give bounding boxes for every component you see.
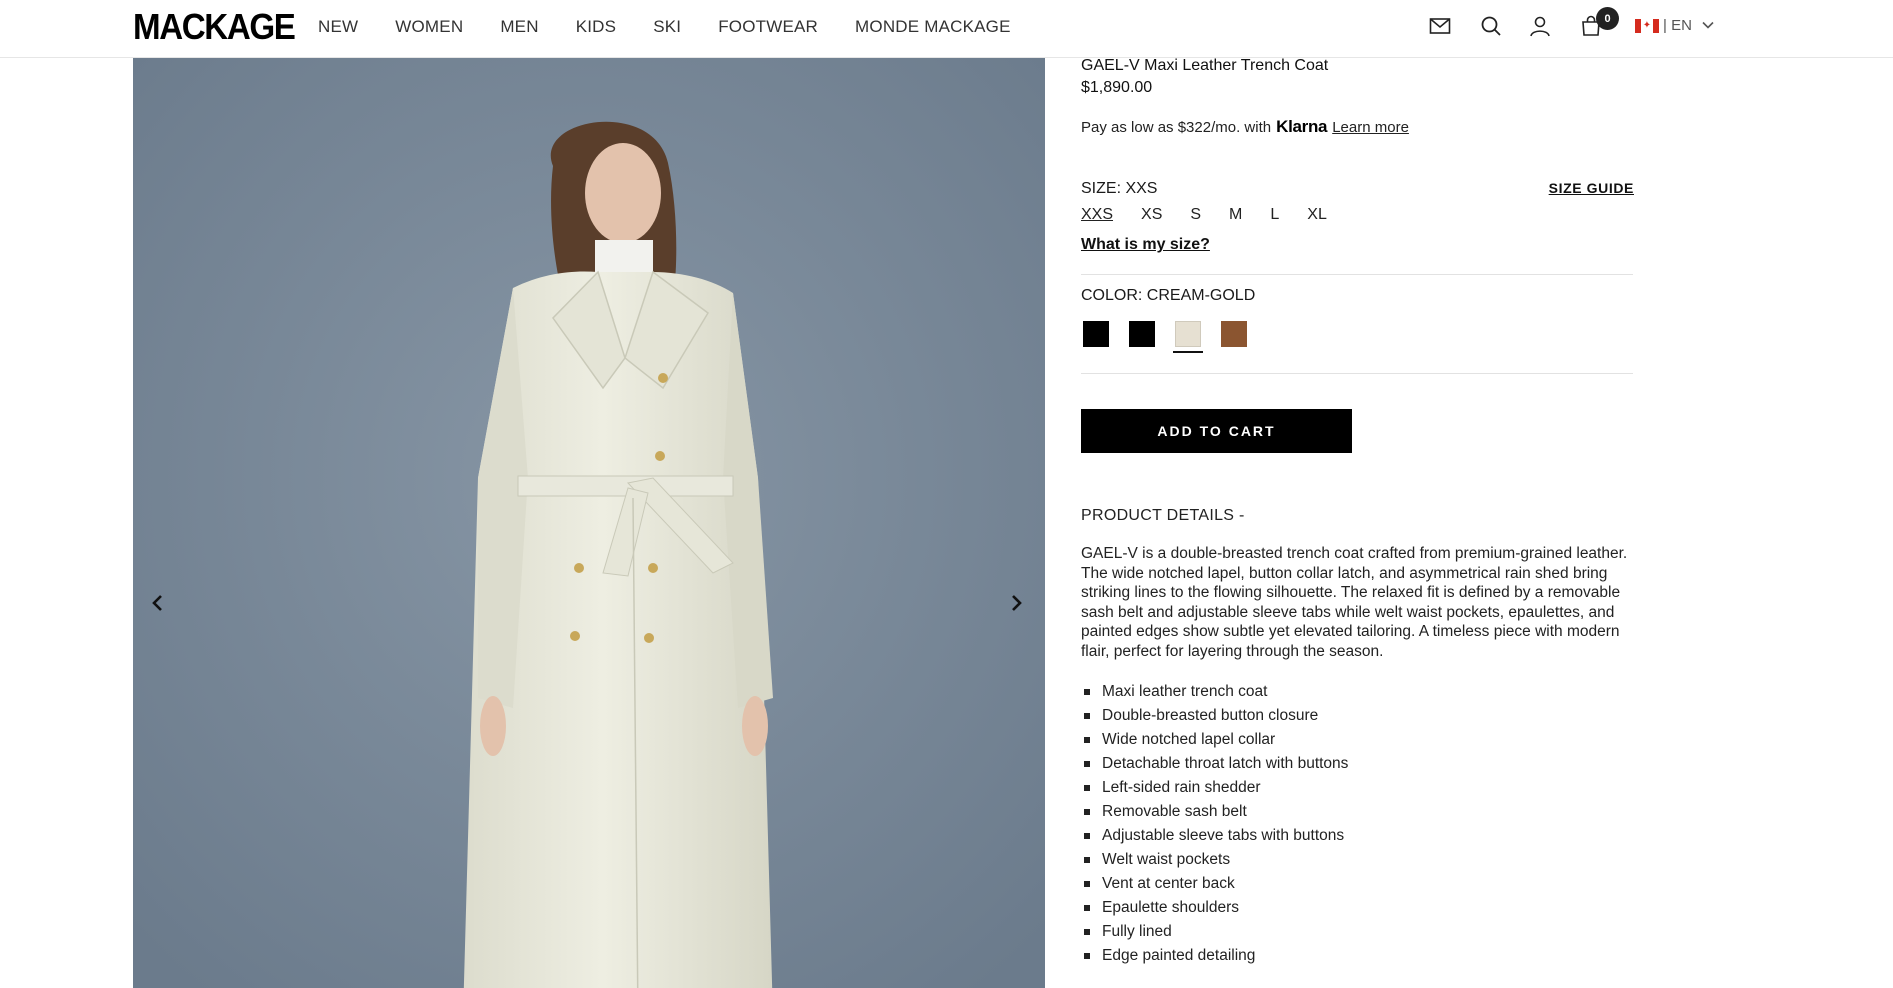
divider bbox=[1081, 274, 1633, 275]
klarna-learn-more-link[interactable]: Learn more bbox=[1332, 119, 1409, 136]
what-is-my-size-link[interactable]: What is my size? bbox=[1081, 236, 1634, 254]
chevron-right-icon bbox=[1012, 595, 1022, 611]
nav-men[interactable]: MEN bbox=[500, 17, 538, 37]
size-option-xl[interactable]: XL bbox=[1307, 206, 1327, 224]
size-options: XXS XS S M L XL bbox=[1081, 206, 1634, 224]
color-swatch-cream-gold[interactable] bbox=[1173, 319, 1203, 353]
product-price: $1,890.00 bbox=[1081, 79, 1153, 96]
nav-women[interactable]: WOMEN bbox=[395, 17, 463, 37]
product-description: GAEL-V is a double-breasted trench coat … bbox=[1081, 545, 1628, 660]
main-nav: NEW WOMEN MEN KIDS SKI FOOTWEAR MONDE MA… bbox=[318, 17, 1048, 37]
gallery-next-button[interactable] bbox=[1001, 588, 1031, 618]
size-option-xxs[interactable]: XXS bbox=[1081, 206, 1113, 224]
nav-kids[interactable]: KIDS bbox=[576, 17, 616, 37]
list-item: Adjustable sleeve tabs with buttons bbox=[1081, 824, 1634, 848]
list-item: Edge painted detailing bbox=[1081, 944, 1634, 968]
list-item: Wide notched lapel collar bbox=[1081, 728, 1634, 752]
product-title: GAEL-V Maxi Leather Trench Coat bbox=[1081, 57, 1329, 74]
product-image-gallery[interactable] bbox=[133, 58, 1045, 988]
color-swatch-black-1[interactable] bbox=[1081, 319, 1111, 353]
size-label: SIZE: XXS bbox=[1081, 180, 1158, 197]
klarna-logo: Klarna bbox=[1276, 117, 1328, 136]
nav-ski[interactable]: SKI bbox=[653, 17, 681, 37]
account-icon[interactable] bbox=[1527, 13, 1553, 39]
canada-flag-icon: ✦ bbox=[1635, 18, 1659, 33]
chevron-down-icon bbox=[1702, 20, 1714, 32]
gallery-prev-button[interactable] bbox=[143, 588, 173, 618]
color-swatch-brown[interactable] bbox=[1219, 319, 1249, 353]
size-option-s[interactable]: S bbox=[1190, 206, 1201, 224]
list-item: Welt waist pockets bbox=[1081, 848, 1634, 872]
nav-monde-mackage[interactable]: MONDE MACKAGE bbox=[855, 17, 1011, 37]
search-icon[interactable] bbox=[1478, 13, 1504, 39]
color-swatches bbox=[1081, 319, 1634, 353]
locale-selector[interactable]: ✦ | EN bbox=[1635, 17, 1714, 34]
divider bbox=[1081, 373, 1633, 374]
list-item: Maxi leather trench coat bbox=[1081, 680, 1634, 704]
list-item: Vent at center back bbox=[1081, 872, 1634, 896]
brand-logo[interactable]: MACKAGE bbox=[133, 6, 296, 48]
size-guide-link[interactable]: SIZE GUIDE bbox=[1549, 180, 1634, 198]
product-details-toggle[interactable]: PRODUCT DETAILS - bbox=[1081, 507, 1634, 525]
color-swatch-black-2[interactable] bbox=[1127, 319, 1157, 353]
list-item: Detachable throat latch with buttons bbox=[1081, 752, 1634, 776]
color-label: COLOR: CREAM-GOLD bbox=[1081, 287, 1256, 304]
size-option-l[interactable]: L bbox=[1270, 206, 1279, 224]
add-to-cart-button[interactable]: ADD TO CART bbox=[1081, 409, 1352, 453]
klarna-text: Pay as low as $322/mo. with bbox=[1081, 119, 1272, 136]
locale-label: | EN bbox=[1663, 17, 1692, 34]
klarna-financing: Pay as low as $322/mo. with Klarna Learn… bbox=[1081, 117, 1634, 137]
size-option-m[interactable]: M bbox=[1229, 206, 1242, 224]
product-photo bbox=[133, 58, 1045, 988]
site-header: MACKAGE NEW WOMEN MEN KIDS SKI FOOTWEAR … bbox=[0, 0, 1893, 58]
product-features-list: Maxi leather trench coat Double-breasted… bbox=[1081, 680, 1634, 968]
list-item: Epaulette shoulders bbox=[1081, 896, 1634, 920]
product-info-panel: GAEL-V Maxi Leather Trench Coat $1,890.0… bbox=[1081, 58, 1634, 968]
list-item: Left-sided rain shedder bbox=[1081, 776, 1634, 800]
list-item: Removable sash belt bbox=[1081, 800, 1634, 824]
nav-footwear[interactable]: FOOTWEAR bbox=[718, 17, 818, 37]
size-option-xs[interactable]: XS bbox=[1141, 206, 1162, 224]
size-header: SIZE: XXS SIZE GUIDE bbox=[1081, 180, 1634, 198]
list-item: Double-breasted button closure bbox=[1081, 704, 1634, 728]
cart-count-badge: 0 bbox=[1596, 7, 1619, 30]
nav-new[interactable]: NEW bbox=[318, 17, 358, 37]
chevron-left-icon bbox=[152, 595, 162, 611]
mail-icon[interactable] bbox=[1427, 13, 1453, 39]
list-item: Fully lined bbox=[1081, 920, 1634, 944]
